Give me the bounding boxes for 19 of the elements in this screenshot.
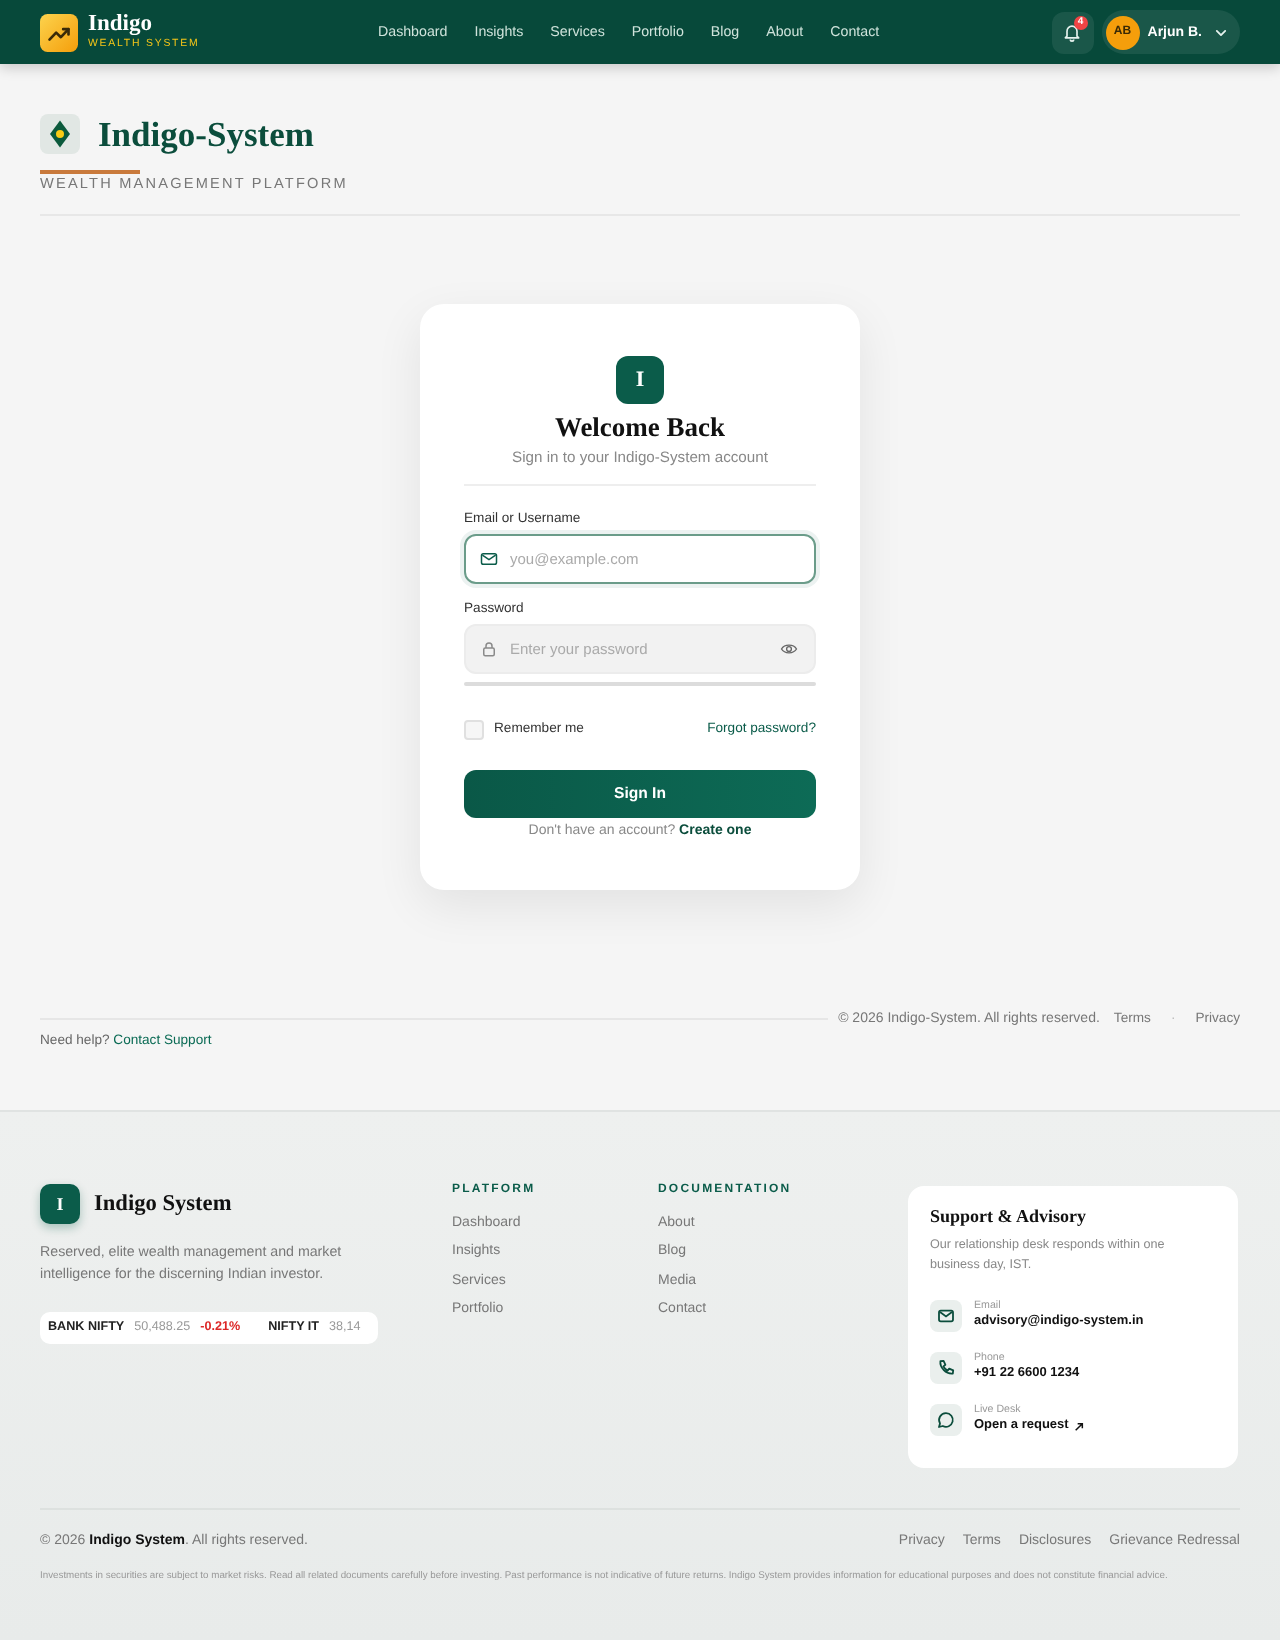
brand-monogram: I [40,1183,80,1223]
bell-icon [1062,22,1083,42]
diamond-logo-icon [40,114,80,154]
external-link-icon [1074,1421,1085,1431]
brand-name: Indigo [88,14,152,36]
remember-checkbox[interactable] [464,719,484,739]
eye-icon[interactable] [780,639,798,657]
phone-icon [930,1351,962,1383]
brand-monogram: I [616,355,664,403]
envelope-icon [930,1299,962,1331]
trend-up-logo-icon[interactable] [40,13,78,51]
login-title: Welcome Back [554,411,726,441]
support-title: Support & Advisory [930,1205,1087,1227]
chat-bubble-icon [930,1403,962,1435]
footer-brand-name: Indigo System [94,1191,232,1215]
lock-icon [480,639,498,657]
chevron-down-icon [1214,25,1228,39]
page-title: Indigo-System [98,114,314,154]
envelope-icon [480,549,498,567]
